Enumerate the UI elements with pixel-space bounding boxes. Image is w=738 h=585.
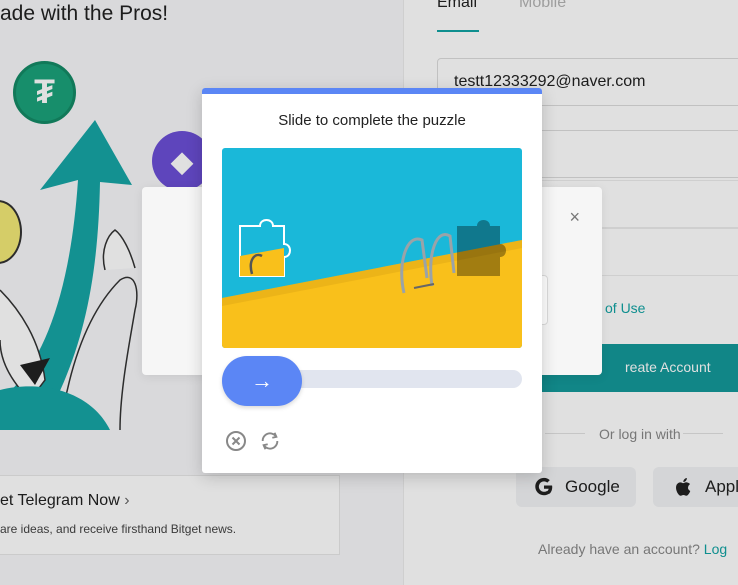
puzzle-piece <box>239 219 291 277</box>
arrow-right-icon: → <box>251 368 273 393</box>
refresh-icon[interactable] <box>259 430 281 452</box>
captcha-accent-bar <box>202 88 542 94</box>
puzzle-slot <box>457 220 506 276</box>
close-icon[interactable]: × <box>569 207 580 228</box>
puzzle-image <box>222 148 522 348</box>
slide-captcha-dialog: Slide to complete the puzzle → <box>202 88 542 473</box>
close-circle-icon[interactable] <box>225 430 247 452</box>
slider-handle[interactable]: → <box>222 356 302 406</box>
captcha-title: Slide to complete the puzzle <box>278 112 466 129</box>
